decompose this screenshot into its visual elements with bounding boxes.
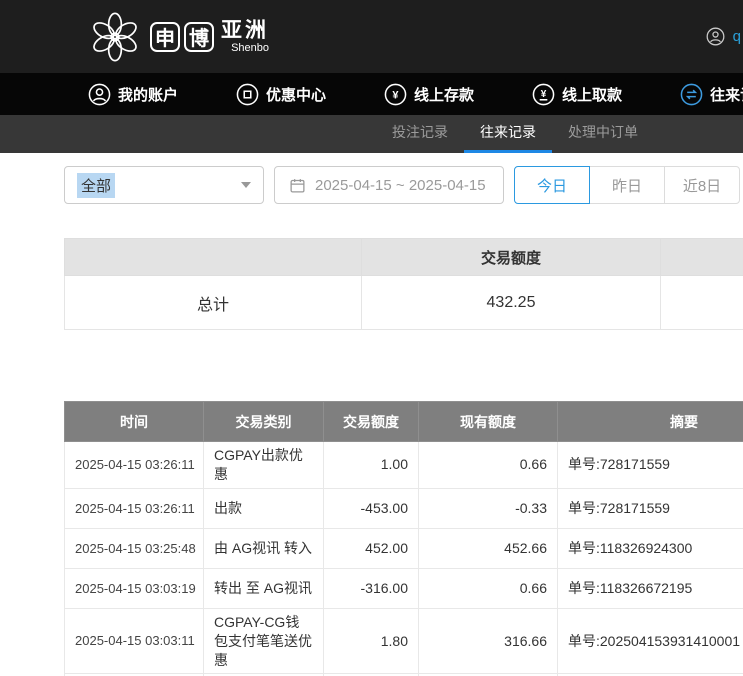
summary-table: 交易额度 总计 432.25 (64, 238, 743, 330)
nav-item-withdraw[interactable]: ¥ 线上取款 (532, 83, 622, 106)
brand-char-shen: 申 (150, 22, 180, 52)
date-range-value: 2025-04-15 ~ 2025-04-15 (315, 177, 486, 194)
quick-date-buttons: 今日 昨日 近8日 (514, 166, 740, 204)
col-header-amount: 交易额度 (324, 402, 419, 442)
cell-balance: 0.66 (419, 442, 558, 489)
cell-amount: -453.00 (324, 488, 419, 528)
nav-label: 我的账户 (118, 84, 178, 105)
brand-region: 亚洲 (221, 19, 269, 42)
svg-text:¥: ¥ (392, 89, 399, 101)
tab-processing-orders[interactable]: 处理中订单 (552, 115, 654, 153)
table-row: 2025-04-15 03:25:48 由 AG视讯 转入 452.00 452… (65, 528, 743, 568)
cell-time: 2025-04-15 03:03:11 (65, 608, 204, 674)
summary-empty-cell (661, 276, 743, 330)
filter-bar: 全部 2025-04-15 ~ 2025-04-15 今日 昨日 近8日 (64, 166, 743, 204)
cell-type: CGPAY出款优惠 (204, 442, 324, 489)
top-header: 申 博 亚洲 Shenbo q (0, 0, 743, 73)
transactions-table: 时间 交易类别 交易额度 现有额度 摘要 2025-04-15 03:26:11… (64, 401, 743, 676)
cell-type: 出款 (204, 488, 324, 528)
date-range-picker[interactable]: 2025-04-15 ~ 2025-04-15 (274, 166, 504, 204)
col-header-memo: 摘要 (558, 402, 743, 442)
category-dropdown[interactable]: 全部 (64, 166, 264, 204)
summary-header-empty (65, 239, 362, 276)
cell-memo: 单号:202504153931410001 (558, 608, 743, 674)
nav-item-promotions[interactable]: 优惠中心 (236, 83, 326, 106)
chevron-down-icon (241, 182, 251, 188)
calendar-icon (289, 177, 306, 194)
today-button[interactable]: 今日 (514, 166, 590, 204)
user-avatar-icon (706, 27, 725, 46)
cell-time: 2025-04-15 03:03:19 (65, 568, 204, 608)
col-header-time: 时间 (65, 402, 204, 442)
brand-logo: 申 博 亚洲 Shenbo (88, 10, 269, 64)
table-row: 2025-04-15 03:03:11 CGPAY-CG钱包支付笔笔送优惠 1.… (65, 608, 743, 674)
transfer-records-icon (680, 83, 703, 106)
tab-betting-records[interactable]: 投注记录 (376, 115, 464, 153)
cell-balance: 452.66 (419, 528, 558, 568)
summary-total-value: 432.25 (362, 276, 661, 330)
nav-label: 线上取款 (562, 84, 622, 105)
last-8-days-button[interactable]: 近8日 (664, 166, 740, 204)
summary-header-empty (661, 239, 743, 276)
col-header-type: 交易类别 (204, 402, 324, 442)
brand-char-bo: 博 (184, 22, 214, 52)
cell-time: 2025-04-15 03:25:48 (65, 528, 204, 568)
cell-amount: 1.80 (324, 608, 419, 674)
cell-memo: 单号:728171559 (558, 442, 743, 489)
cell-memo: 单号:728171559 (558, 488, 743, 528)
table-row: 2025-04-15 03:03:19 转出 至 AG视讯 -316.00 0.… (65, 568, 743, 608)
cell-amount: 452.00 (324, 528, 419, 568)
category-dropdown-value: 全部 (77, 173, 115, 198)
deposit-icon: ¥ (384, 83, 407, 106)
cell-time: 2025-04-15 03:26:11 (65, 488, 204, 528)
cell-balance: 316.66 (419, 608, 558, 674)
cell-type: 转出 至 AG视讯 (204, 568, 324, 608)
withdraw-icon: ¥ (532, 83, 555, 106)
transactions-header-row: 时间 交易类别 交易额度 现有额度 摘要 (65, 402, 743, 442)
summary-total-row: 总计 432.25 (65, 276, 743, 330)
nav-item-my-account[interactable]: 我的账户 (88, 83, 178, 106)
cell-memo: 单号:118326672195 (558, 568, 743, 608)
nav-label: 线上存款 (414, 84, 474, 105)
record-tabs: 投注记录 往来记录 处理中订单 (0, 115, 743, 153)
nav-item-transactions[interactable]: 往来记录 (680, 83, 743, 106)
table-row: 2025-04-15 03:26:11 CGPAY出款优惠 1.00 0.66 … (65, 442, 743, 489)
nav-item-deposit[interactable]: ¥ 线上存款 (384, 83, 474, 106)
table-row: 2025-04-15 03:26:11 出款 -453.00 -0.33 单号:… (65, 488, 743, 528)
svg-text:¥: ¥ (541, 89, 547, 100)
col-header-balance: 现有额度 (419, 402, 558, 442)
summary-total-label: 总计 (65, 276, 362, 330)
cell-balance: 0.66 (419, 568, 558, 608)
cell-balance: -0.33 (419, 488, 558, 528)
cell-amount: -316.00 (324, 568, 419, 608)
main-nav: 我的账户 优惠中心 ¥ 线上存款 ¥ 线上取款 (0, 73, 743, 115)
cell-time: 2025-04-15 03:26:11 (65, 442, 204, 489)
brand-subtitle: Shenbo (221, 42, 269, 54)
flower-logo-icon (88, 10, 142, 64)
coin-icon (236, 83, 259, 106)
cell-type: CGPAY-CG钱包支付笔笔送优惠 (204, 608, 324, 674)
cell-memo: 单号:118326924300 (558, 528, 743, 568)
nav-label: 往来记录 (710, 84, 743, 105)
yesterday-button[interactable]: 昨日 (589, 166, 665, 204)
summary-header-amount: 交易额度 (362, 239, 661, 276)
username-text: q (733, 28, 741, 45)
nav-label: 优惠中心 (266, 84, 326, 105)
header-user[interactable]: q (706, 27, 741, 46)
cell-type: 由 AG视讯 转入 (204, 528, 324, 568)
account-person-icon (88, 83, 111, 106)
tab-transaction-records[interactable]: 往来记录 (464, 115, 552, 153)
cell-amount: 1.00 (324, 442, 419, 489)
summary-header-row: 交易额度 (65, 239, 743, 276)
